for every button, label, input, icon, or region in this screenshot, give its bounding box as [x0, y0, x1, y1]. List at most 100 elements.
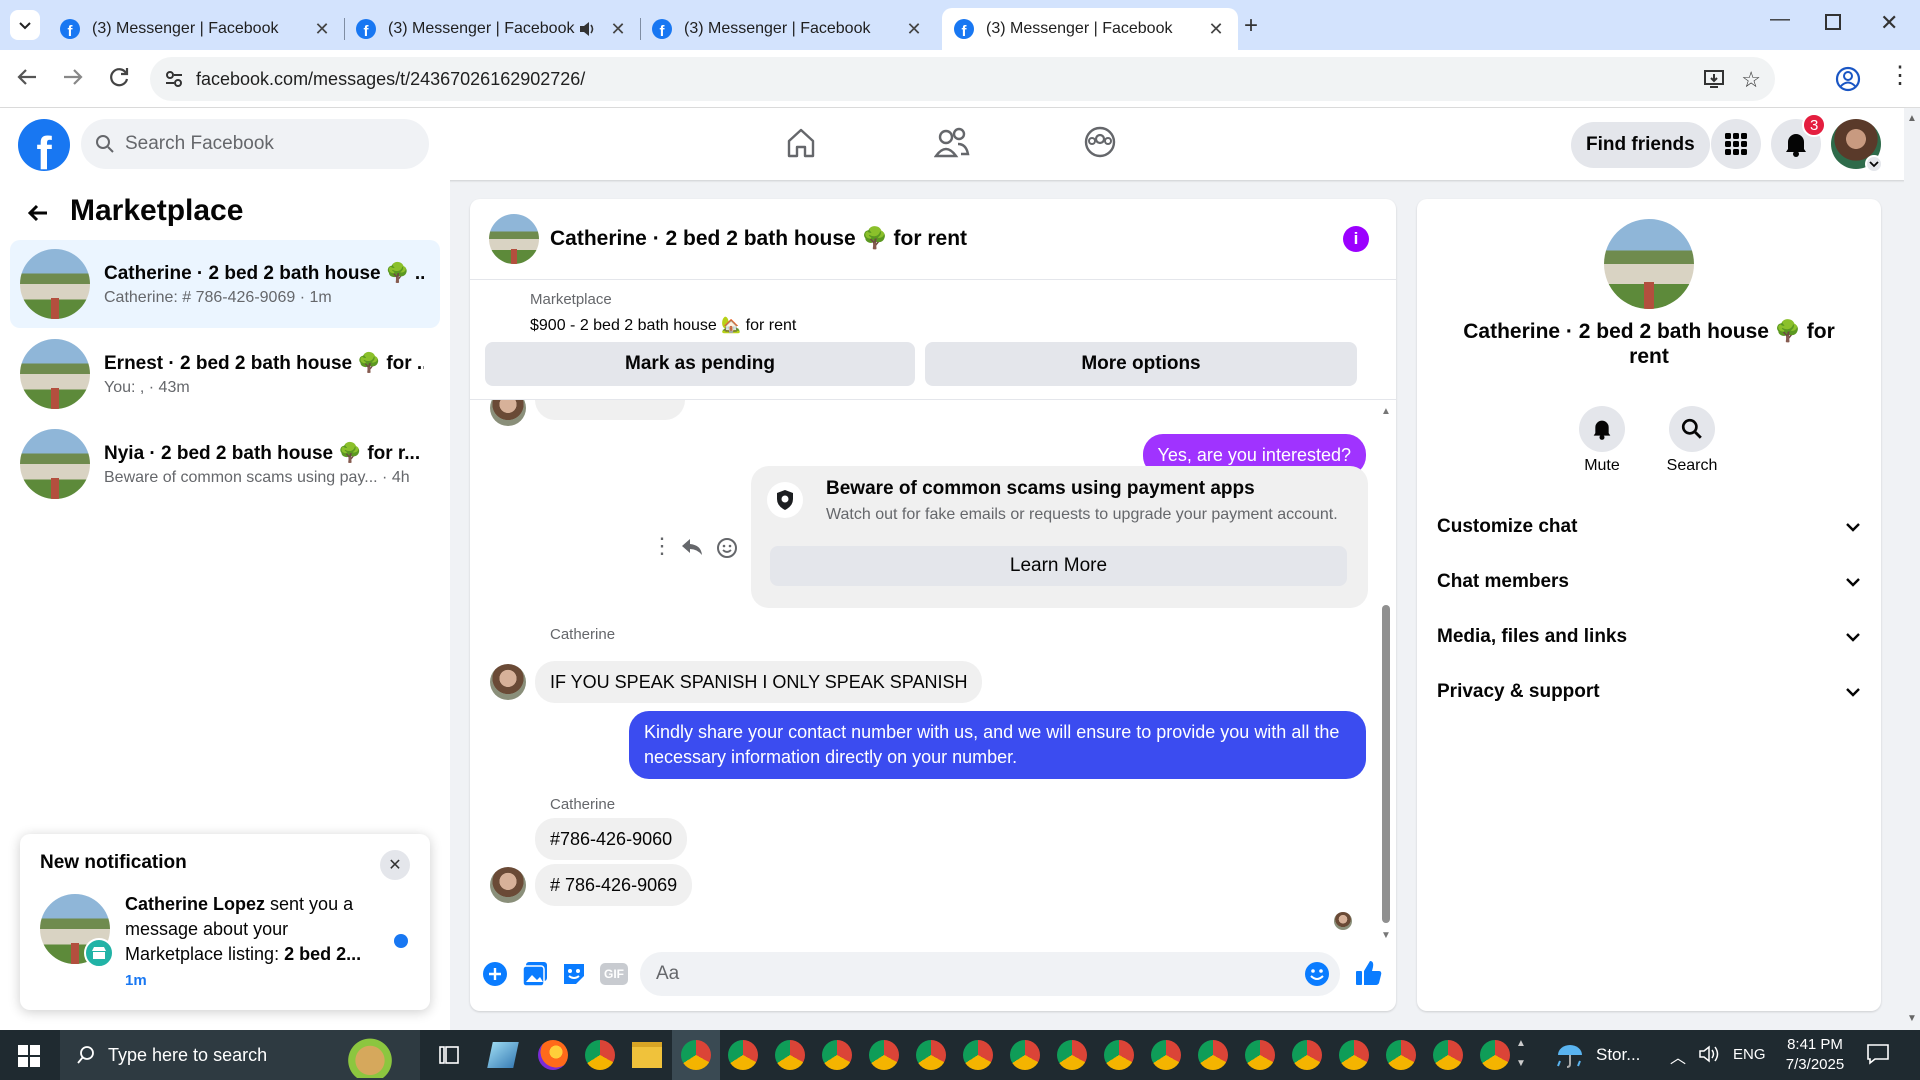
- file-explorer-icon[interactable]: [632, 1042, 662, 1068]
- chrome-icon[interactable]: [1057, 1040, 1087, 1070]
- media-files-links-section[interactable]: Media, files and links: [1437, 617, 1861, 657]
- tray-chevron-up-icon[interactable]: ︿: [1670, 1044, 1686, 1068]
- install-app-icon[interactable]: [1703, 68, 1725, 90]
- chrome-icon[interactable]: [1433, 1040, 1463, 1070]
- scrollbar-thumb[interactable]: [1382, 605, 1390, 923]
- more-options-button[interactable]: More options: [925, 342, 1357, 386]
- chrome-icon[interactable]: [1339, 1040, 1369, 1070]
- reload-icon[interactable]: [106, 64, 132, 90]
- task-view-icon[interactable]: [438, 1044, 460, 1066]
- reply-icon[interactable]: [681, 537, 703, 557]
- notes-app-icon[interactable]: [487, 1042, 519, 1068]
- chrome-icon[interactable]: [1480, 1040, 1510, 1070]
- address-bar[interactable]: facebook.com/messages/t/2436702616290272…: [150, 57, 1775, 101]
- window-close-icon[interactable]: ✕: [1880, 10, 1898, 36]
- sender-avatar[interactable]: [490, 867, 526, 903]
- browser-tab[interactable]: f (3) Messenger | Facebook ✕: [640, 8, 936, 50]
- scroll-down-arrow-icon[interactable]: ▼: [1907, 1013, 1917, 1024]
- browser-tab-active[interactable]: f (3) Messenger | Facebook ✕: [942, 8, 1238, 50]
- minimize-icon[interactable]: —: [1770, 8, 1790, 31]
- emoji-icon[interactable]: [1304, 961, 1330, 987]
- chrome-icon[interactable]: [1010, 1040, 1040, 1070]
- chat-members-section[interactable]: Chat members: [1437, 562, 1861, 602]
- chrome-icon[interactable]: [1198, 1040, 1228, 1070]
- message-input[interactable]: Aa: [640, 952, 1340, 996]
- profile-icon[interactable]: [1835, 66, 1861, 92]
- chrome-icon[interactable]: [963, 1040, 993, 1070]
- taskbar-clock[interactable]: 8:41 PM 7/3/2025: [1770, 1035, 1860, 1075]
- chrome-icon[interactable]: [775, 1040, 805, 1070]
- account-chevron-icon[interactable]: [1865, 155, 1883, 173]
- tab-close-icon[interactable]: ✕: [608, 19, 628, 40]
- speaker-icon[interactable]: [578, 20, 596, 38]
- facebook-logo[interactable]: f: [18, 119, 70, 171]
- incoming-message[interactable]: #786-426-9060: [535, 818, 688, 860]
- site-settings-icon[interactable]: [164, 69, 184, 89]
- find-friends-button[interactable]: Find friends: [1571, 122, 1710, 168]
- chrome-icon[interactable]: [1386, 1040, 1416, 1070]
- chrome-icon[interactable]: [1292, 1040, 1322, 1070]
- gif-icon[interactable]: GIF: [600, 963, 628, 985]
- new-tab-plus-icon[interactable]: +: [1244, 12, 1258, 40]
- chrome-icon[interactable]: [1104, 1040, 1134, 1070]
- taskbar-overflow-arrows-icon[interactable]: ▲ ▼: [1516, 1034, 1526, 1074]
- sticker-icon[interactable]: [561, 961, 587, 987]
- privacy-support-section[interactable]: Privacy & support: [1437, 672, 1861, 712]
- sender-avatar[interactable]: [490, 664, 526, 700]
- weather-widget[interactable]: Stor...: [1536, 1030, 1686, 1080]
- learn-more-button[interactable]: Learn More: [770, 546, 1347, 586]
- info-icon[interactable]: i: [1343, 226, 1369, 252]
- chrome-icon[interactable]: [822, 1040, 852, 1070]
- photo-icon[interactable]: [522, 961, 548, 987]
- chrome-icon[interactable]: [1151, 1040, 1181, 1070]
- chrome-icon[interactable]: [681, 1040, 711, 1070]
- windows-start-icon[interactable]: [18, 1045, 40, 1067]
- close-icon[interactable]: ✕: [380, 850, 410, 880]
- tab-search-button[interactable]: [10, 10, 40, 40]
- chrome-icon[interactable]: [728, 1040, 758, 1070]
- conversation-item[interactable]: Ernest · 2 bed 2 bath house 🌳 for ... Yo…: [10, 330, 440, 418]
- taskbar-search-box[interactable]: Type here to search: [60, 1030, 420, 1080]
- chrome-icon[interactable]: [916, 1040, 946, 1070]
- customize-chat-section[interactable]: Customize chat: [1437, 507, 1861, 547]
- mark-as-pending-button[interactable]: Mark as pending: [485, 342, 915, 386]
- firefox-icon[interactable]: [538, 1040, 568, 1070]
- chrome-icon[interactable]: [585, 1040, 615, 1070]
- conversation-item[interactable]: Nyia · 2 bed 2 bath house 🌳 for r... Bew…: [10, 420, 440, 508]
- incoming-message[interactable]: # 786-426-9069: [535, 864, 693, 906]
- search-in-chat-button[interactable]: [1669, 406, 1715, 452]
- action-center-icon[interactable]: [1866, 1043, 1890, 1065]
- scroll-up-arrow-icon[interactable]: ▲: [1907, 113, 1917, 124]
- browser-menu-icon[interactable]: ⋮: [1888, 64, 1912, 88]
- volume-icon[interactable]: [1698, 1044, 1720, 1064]
- conversation-item[interactable]: Catherine · 2 bed 2 bath house 🌳 ... Cat…: [10, 240, 440, 328]
- facebook-search-input[interactable]: Search Facebook: [81, 119, 429, 169]
- menu-grid-button[interactable]: [1711, 119, 1761, 169]
- language-indicator[interactable]: ENG: [1733, 1046, 1766, 1063]
- back-arrow-icon[interactable]: [14, 64, 40, 90]
- listing-detail[interactable]: $900 - 2 bed 2 bath house 🏡 for rent: [530, 315, 796, 335]
- react-emoji-icon[interactable]: [716, 537, 738, 559]
- more-actions-icon[interactable]: ⋮: [651, 535, 673, 557]
- chat-title[interactable]: Catherine · 2 bed 2 bath house 🌳 for ren…: [550, 227, 967, 251]
- chat-avatar[interactable]: [489, 214, 539, 264]
- incoming-message[interactable]: IF YOU SPEAK SPANISH I ONLY SPEAK SPANIS…: [535, 661, 983, 703]
- bookmark-star-icon[interactable]: ☆: [1741, 67, 1761, 93]
- restore-icon[interactable]: [1825, 14, 1841, 30]
- new-notification-popup[interactable]: New notification ✕ Catherine Lopez sent …: [20, 834, 430, 1010]
- tab-close-icon[interactable]: ✕: [904, 19, 924, 40]
- friends-icon[interactable]: [934, 126, 970, 160]
- scroll-up-arrow-icon[interactable]: ▲: [1381, 406, 1391, 417]
- forward-arrow-icon[interactable]: [60, 64, 86, 90]
- home-icon[interactable]: [784, 126, 818, 160]
- tab-close-icon[interactable]: ✕: [312, 19, 332, 40]
- browser-tab[interactable]: f (3) Messenger | Facebook ✕: [344, 8, 641, 50]
- scroll-down-arrow-icon[interactable]: ▼: [1381, 930, 1391, 941]
- listing-avatar-large[interactable]: [1604, 219, 1694, 309]
- outgoing-message[interactable]: Kindly share your contact number with us…: [629, 711, 1366, 779]
- browser-tab[interactable]: f (3) Messenger | Facebook ✕: [48, 8, 345, 50]
- plus-circle-icon[interactable]: [482, 961, 508, 987]
- tab-close-icon[interactable]: ✕: [1206, 19, 1226, 40]
- groups-icon[interactable]: [1083, 125, 1117, 159]
- page-scrollbar[interactable]: ▲ ▼: [1904, 108, 1920, 1030]
